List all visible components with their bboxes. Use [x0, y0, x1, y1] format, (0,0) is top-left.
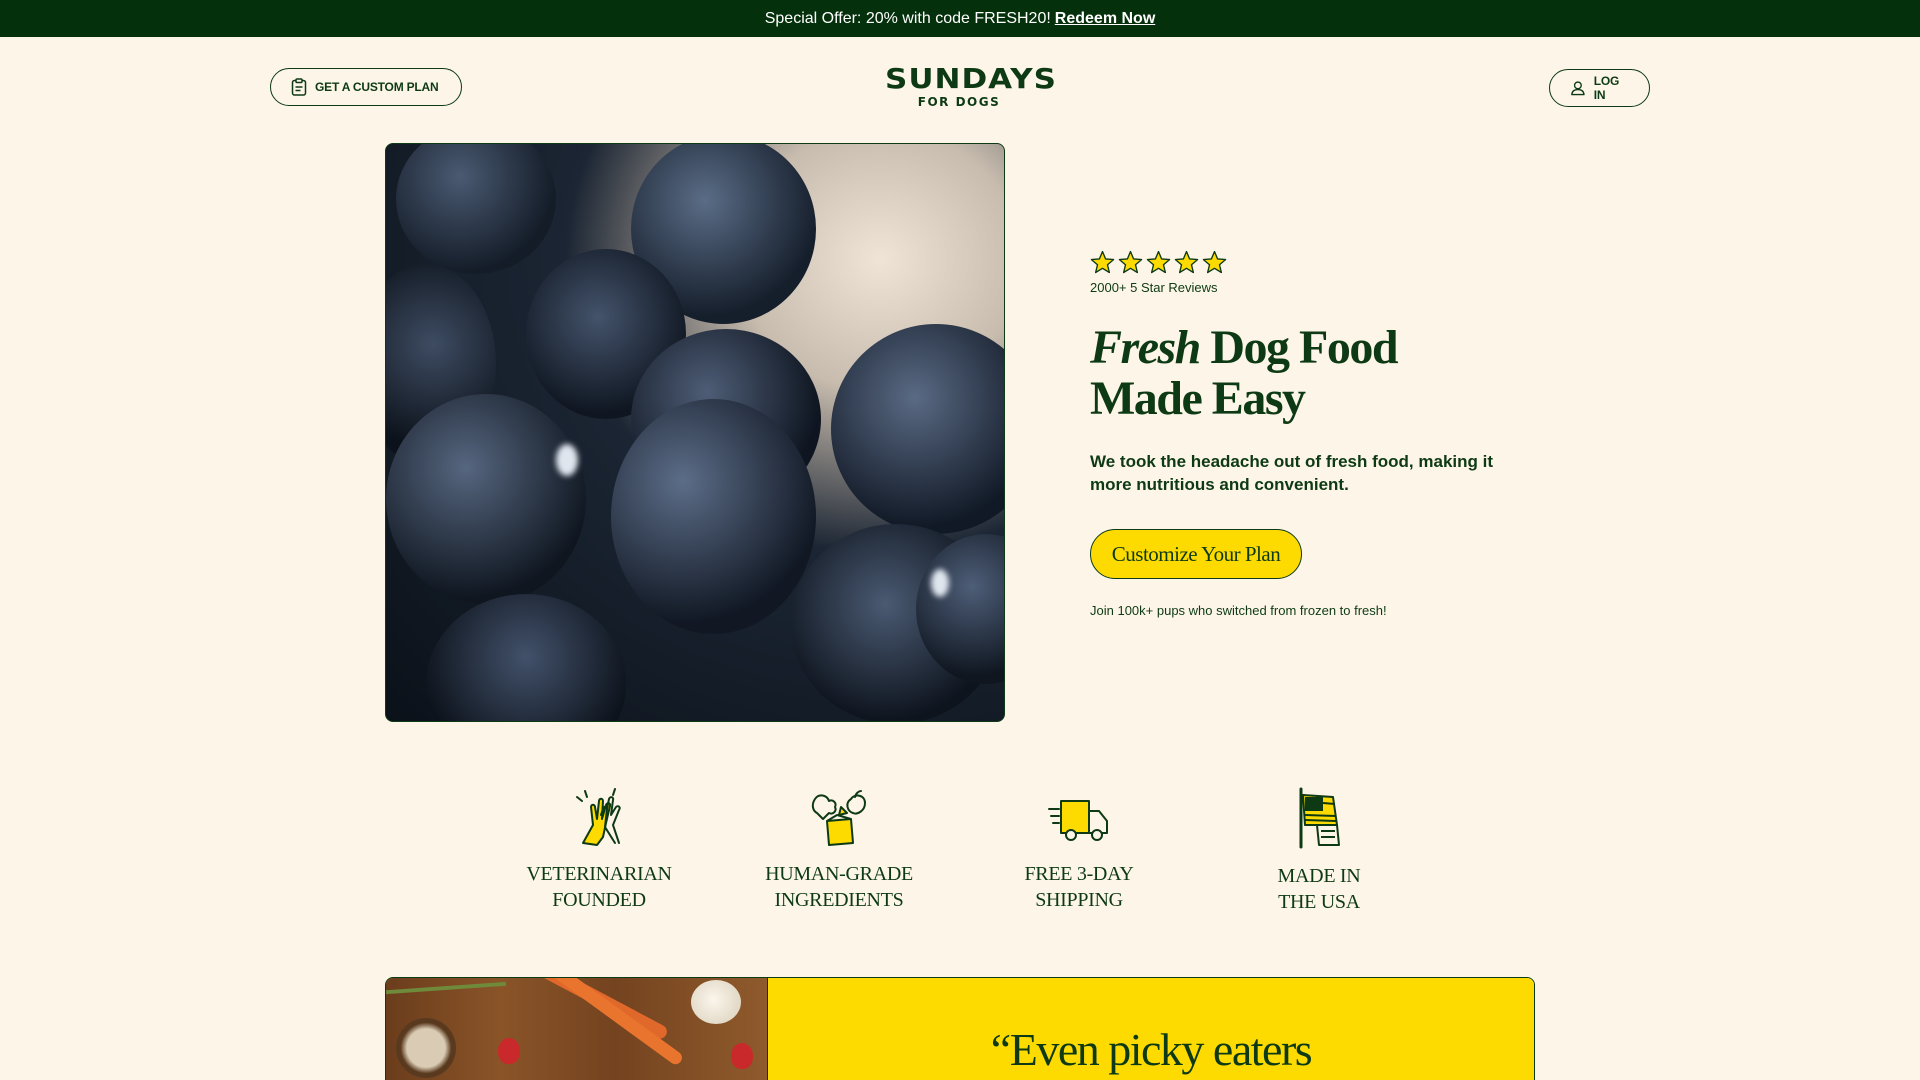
get-custom-plan-button[interactable]: GET A CUSTOM PLAN	[270, 68, 462, 106]
feature-made-in-usa: Made in the USA	[1219, 785, 1419, 915]
user-icon	[1571, 81, 1585, 96]
customize-plan-button[interactable]: Customize Your Plan	[1090, 529, 1302, 579]
ingredients-icon	[811, 790, 867, 846]
hero-title-italic: Fresh	[1090, 321, 1201, 374]
logo-tagline: FOR DOGS	[917, 95, 1001, 109]
quinoa-bowl	[396, 1018, 456, 1078]
usa-flag-icon	[1299, 787, 1340, 849]
pumpkin	[691, 980, 741, 1024]
sundays-logo[interactable]: SUNDAYS FOR DOGS	[885, 62, 1057, 109]
hero-subtitle: We took the headache out of fresh food, …	[1090, 452, 1493, 494]
hero-video[interactable]	[385, 143, 1005, 722]
high-five-icon	[576, 788, 621, 846]
feature-line1: Veterinarian	[526, 863, 672, 885]
social-proof-text: Join 100k+ pups who switched from frozen…	[1090, 603, 1387, 618]
testimonial-section: “Even picky eaters	[385, 977, 1535, 1080]
star-icon	[1174, 250, 1199, 274]
strawberry	[731, 1043, 753, 1069]
delivery-truck-icon	[1048, 800, 1108, 841]
blueberry	[396, 144, 556, 274]
hero-title: Fresh Dog Food Made Easy	[1090, 322, 1510, 424]
quote-panel: “Even picky eaters	[767, 978, 1534, 1080]
custom-plan-label: GET A CUSTOM PLAN	[315, 80, 439, 94]
highlight	[931, 569, 949, 597]
star-icon	[1146, 250, 1171, 274]
feature-line2: the USA	[1278, 891, 1360, 913]
feature-line2: Shipping	[1035, 889, 1123, 911]
log-in-button[interactable]: LOG IN	[1549, 69, 1650, 107]
feature-free-shipping: Free 3-Day Shipping	[979, 785, 1179, 913]
clipboard-icon	[291, 78, 307, 96]
blueberry	[426, 594, 626, 721]
rating-stars	[1090, 250, 1227, 275]
promo-text: Special Offer: 20% with code FRESH20!	[764, 9, 1051, 27]
strawberry	[498, 1038, 520, 1064]
blueberry	[611, 399, 816, 634]
login-label: LOG IN	[1593, 74, 1620, 102]
feature-line2: Founded	[552, 889, 646, 911]
feature-line1: Made in	[1277, 865, 1361, 887]
hero-title-line2: Made Easy	[1090, 372, 1306, 425]
logo-wordmark: SUNDAYS	[885, 62, 1057, 96]
feature-line1: Human-Grade	[765, 863, 913, 885]
review-count: 2000+ 5 Star Reviews	[1090, 280, 1218, 295]
redeem-now-link[interactable]: Redeem Now	[1055, 10, 1155, 28]
blueberry	[386, 394, 586, 604]
hero-title-rest: Dog Food	[1199, 321, 1398, 374]
star-icon	[1090, 250, 1115, 274]
highlight	[556, 444, 578, 476]
ingredients-photo	[386, 978, 767, 1080]
promo-banner: Special Offer: 20% with code FRESH20! Re…	[0, 0, 1920, 37]
star-icon	[1118, 250, 1143, 274]
blueberry	[831, 324, 1004, 534]
feature-line2: Ingredients	[774, 889, 904, 911]
feature-human-grade-ingredients: Human-Grade Ingredients	[739, 785, 939, 913]
star-icon	[1202, 250, 1227, 274]
feature-line1: Free 3-Day	[1024, 863, 1134, 885]
feature-veterinarian-founded: Veterinarian Founded	[499, 785, 699, 913]
testimonial-quote: “Even picky eaters	[990, 1024, 1313, 1075]
